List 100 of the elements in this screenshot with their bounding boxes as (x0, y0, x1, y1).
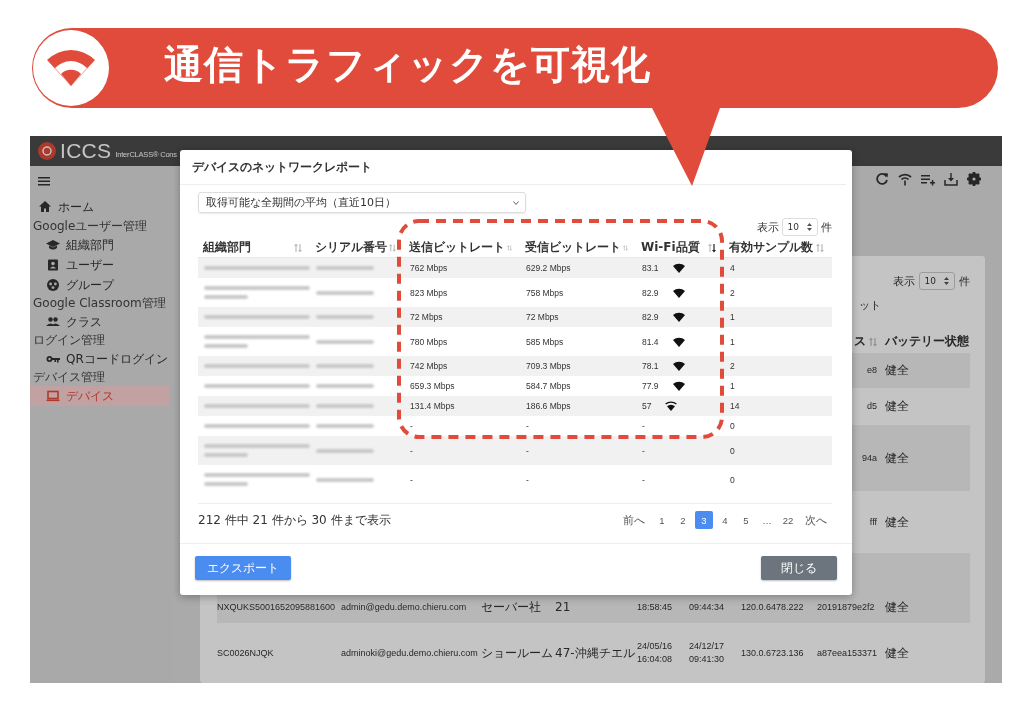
page-size-select[interactable]: 10 (781, 218, 818, 236)
sidebar-item[interactable]: QRコードログイン (30, 349, 170, 369)
table-cell: 94a (861, 451, 877, 465)
download-icon[interactable] (944, 172, 958, 186)
column-header[interactable]: 受信ビットレート (525, 239, 621, 256)
blurred-text (316, 477, 374, 482)
sidebar-section-label: デバイス管理 (33, 369, 105, 386)
table-cell: - (410, 474, 413, 485)
menu-icon[interactable] (38, 176, 50, 186)
sidebar-item[interactable]: グループ (30, 275, 170, 295)
page-size-select[interactable]: 10 (918, 272, 955, 290)
playlist-add-icon[interactable] (921, 172, 935, 186)
page-size-label: 表示 (892, 273, 915, 289)
sidebar-item[interactable]: ホーム (30, 196, 170, 218)
next-page-button[interactable]: 次へ (800, 511, 832, 529)
sidebar-item[interactable]: クラス (30, 312, 170, 332)
wifi-icon (672, 336, 685, 347)
table-cell: 780 Mbps (410, 336, 448, 347)
page-button[interactable]: 4 (716, 511, 734, 529)
blurred-text (316, 448, 374, 453)
table-cell: 742 Mbps (410, 361, 448, 371)
sidebar-item[interactable]: ユーザー (30, 255, 170, 275)
table-cell: 24/05/16 16:04:08 (637, 640, 673, 666)
wifi-icon (672, 361, 685, 371)
wifi-icon[interactable] (898, 172, 912, 186)
page-size-label: 表示 (756, 219, 779, 235)
page-button[interactable]: 22 (779, 511, 797, 529)
period-select[interactable]: 取得可能な全期間の平均（直近10日） (198, 192, 526, 213)
column-header[interactable]: Wi-Fi品質 (641, 239, 700, 256)
previous-page-button[interactable]: 前へ (618, 511, 650, 529)
column-header[interactable]: シリアル番号 (315, 239, 387, 256)
column-header[interactable]: 送信ビットレート (409, 239, 505, 256)
table-cell: 健全 (885, 364, 909, 377)
table-cell: 629.2 Mbps (526, 263, 571, 273)
banner-title: 通信トラフィックを可視化 (164, 41, 651, 89)
table-cell: 健全 (885, 601, 909, 614)
page-button[interactable]: 1 (653, 511, 671, 529)
table-cell: fff (869, 515, 877, 529)
table-cell: 健全 (885, 451, 909, 465)
refresh-icon[interactable] (875, 172, 889, 186)
table-cell: 24/12/17 09:41:30 (689, 640, 725, 666)
table-cell: 78.1 (642, 361, 659, 371)
table-cell: SC0026NJQK (217, 646, 274, 660)
updown-icon (944, 277, 949, 285)
table-cell: 09:44:34 (689, 601, 725, 614)
table-cell: 1 (730, 312, 735, 322)
settings-icon[interactable] (967, 172, 981, 186)
sort-icon[interactable] (708, 242, 716, 253)
sidebar-item[interactable]: 組織部門 (30, 235, 170, 255)
table-cell: 0 (730, 445, 735, 456)
table-cell: 758 Mbps (526, 287, 564, 298)
logo-icon (38, 142, 56, 160)
table-cell: adminoki@gedu.demo.chieru.com (341, 646, 478, 660)
blurred-text (316, 384, 374, 388)
table-cell: 77.9 (642, 381, 659, 391)
table-cell: 4 (730, 263, 735, 273)
table-cell: 0 (730, 474, 735, 485)
table-cell: 0 (730, 421, 735, 431)
updown-icon (807, 223, 812, 231)
blurred-text (316, 339, 374, 344)
column-header[interactable]: 有効サンプル数 (729, 239, 813, 256)
table-cell: 14 (730, 401, 740, 411)
table-cell: 1 (730, 336, 735, 347)
id-badge-icon (46, 258, 60, 272)
table-cell: - (642, 421, 645, 431)
table-cell: 83.1 (642, 263, 659, 273)
column-header[interactable]: 組織部門 (203, 239, 251, 256)
page-button[interactable]: 5 (737, 511, 755, 529)
table-cell: 823 Mbps (410, 287, 448, 298)
table-cell: 20191879e2f2 (817, 601, 875, 614)
table-cell: 131.4 Mbps (410, 401, 455, 411)
blurred-text (316, 266, 374, 270)
table-cell: - (642, 445, 645, 456)
close-button[interactable]: 閉じる (761, 556, 837, 580)
page-size-unit: 件 (821, 219, 832, 235)
table-cell: e8 (867, 364, 877, 377)
table-cell: 709.3 Mbps (526, 361, 571, 371)
laptop-icon (46, 389, 60, 403)
sidebar-section-label: Googleユーザー管理 (33, 218, 148, 235)
table-cell: 1 (730, 381, 735, 391)
table-cell: 584.7 Mbps (526, 381, 571, 391)
table-cell: - (410, 445, 413, 456)
blurred-text (316, 404, 374, 408)
table-cell: 47-沖縄チエル (555, 646, 635, 660)
table-cell: d5 (867, 400, 877, 413)
table-cell: 130.0.6723.136 (741, 646, 804, 660)
sidebar-section-label: ログイン管理 (33, 332, 105, 349)
table-cell: 21 (555, 601, 571, 614)
table-cell: 585 Mbps (526, 336, 564, 347)
table-cell: - (526, 445, 529, 456)
table-cell: 2 (730, 361, 735, 371)
wifi-icon (672, 263, 685, 273)
table-cell: 72 Mbps (526, 312, 559, 322)
table-cell: NXQUKS5001652095881600 (217, 601, 336, 614)
page-button[interactable]: … (758, 511, 776, 529)
table-cell: admin@gedu.demo.chieru.com (341, 601, 467, 614)
sidebar-section-label: Google Classroom管理 (33, 295, 166, 312)
table-cell: 82.9 (642, 312, 659, 322)
blurred-text (316, 290, 374, 295)
page-button[interactable]: 2 (674, 511, 692, 529)
